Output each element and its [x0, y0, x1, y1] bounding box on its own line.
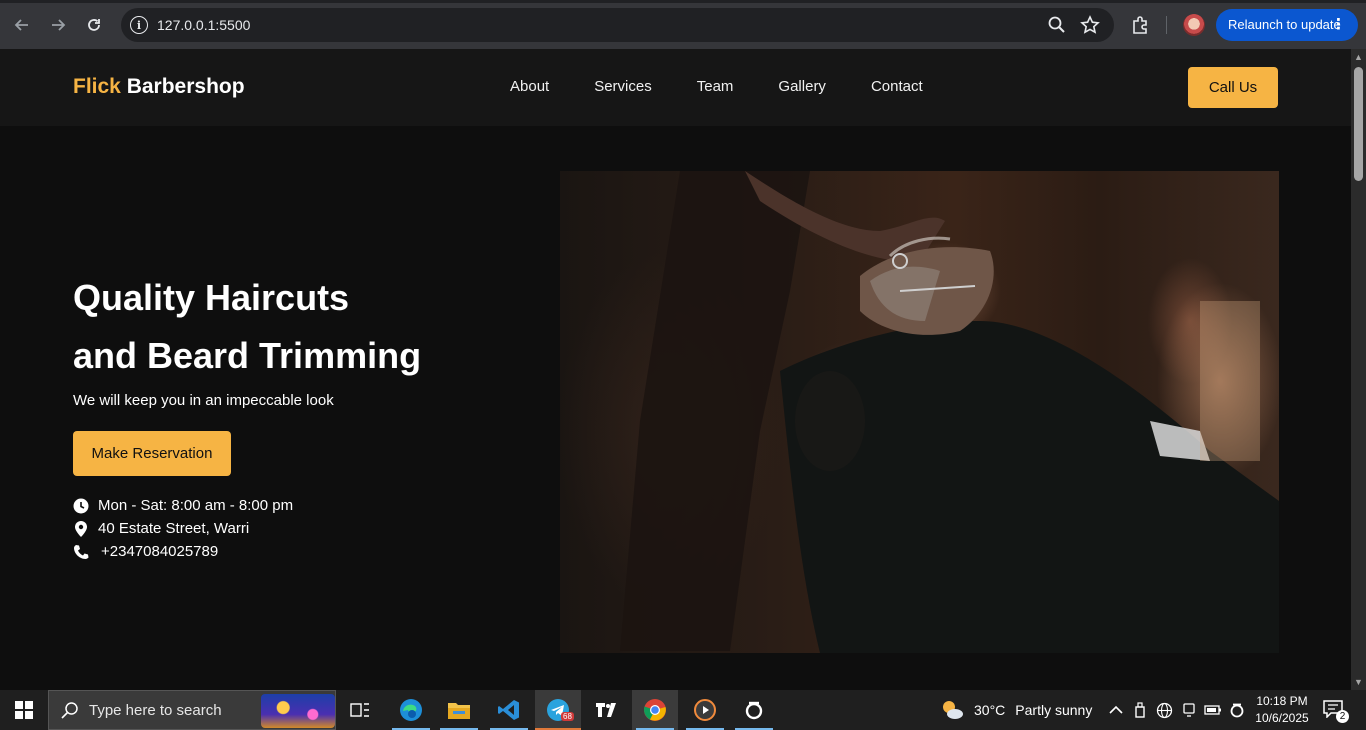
site-logo[interactable]: Flick Barbershop	[73, 75, 245, 99]
phone-row: +2347084025789	[73, 543, 218, 560]
hero-title-line-1: Quality Haircuts	[73, 277, 350, 318]
make-reservation-button[interactable]: Make Reservation	[73, 431, 231, 476]
arrow-right-icon	[52, 19, 66, 31]
scroll-up-icon[interactable]: ▲	[1354, 52, 1363, 62]
bookmark-star-icon[interactable]	[1080, 15, 1100, 35]
usb-device-icon[interactable]	[1134, 702, 1146, 718]
forward-button[interactable]	[45, 12, 71, 38]
vscode-icon	[498, 700, 519, 720]
start-button[interactable]	[0, 690, 48, 730]
phone-icon	[73, 544, 89, 560]
main-nav: About Services Team Gallery Contact	[510, 78, 968, 95]
address-bar[interactable]: i 127.0.0.1:5500	[121, 8, 1114, 42]
tradingview-app[interactable]	[584, 690, 630, 730]
nav-team[interactable]: Team	[697, 78, 734, 95]
clock-date: 10/6/2025	[1255, 711, 1309, 725]
reload-icon	[88, 19, 100, 31]
windows-taskbar: Type here to search 68 30°C Partly sunny	[0, 690, 1366, 730]
openai-app[interactable]	[731, 690, 777, 730]
hero-subtitle: We will keep you in an impeccable look	[73, 392, 334, 409]
address-row: 40 Estate Street, Warri	[73, 520, 249, 537]
edge-app[interactable]	[388, 690, 434, 730]
partly-sunny-icon	[943, 701, 963, 719]
nav-about[interactable]: About	[510, 78, 549, 95]
scrollbar-thumb[interactable]	[1354, 67, 1363, 181]
media-player-app[interactable]	[682, 690, 728, 730]
file-explorer-icon	[448, 703, 470, 719]
notification-center-button[interactable]: 2	[1323, 700, 1349, 723]
arrow-left-icon	[14, 19, 28, 31]
phone-text: +2347084025789	[101, 543, 219, 560]
battery-icon[interactable]	[1204, 704, 1222, 716]
windows-logo-icon	[15, 701, 33, 719]
relaunch-button[interactable]: Relaunch to update ⋮	[1216, 9, 1358, 41]
url-text[interactable]: 127.0.0.1:5500	[157, 17, 250, 33]
site-header: Flick Barbershop About Services Team Gal…	[0, 49, 1351, 126]
logo-accent: Flick	[73, 75, 121, 98]
menu-kebab-icon[interactable]: ⋮	[1331, 9, 1346, 41]
task-view-button[interactable]	[337, 690, 383, 730]
notification-count: 2	[1336, 710, 1349, 723]
nav-gallery[interactable]: Gallery	[778, 78, 826, 95]
search-icon	[61, 702, 78, 719]
clock-time: 10:18 PM	[1256, 694, 1308, 708]
task-view-icon	[350, 703, 369, 717]
weather-temperature: 30°C	[974, 702, 1006, 718]
network-globe-icon[interactable]	[1156, 702, 1173, 719]
chevron-up-icon[interactable]	[1109, 704, 1123, 716]
reload-button[interactable]	[81, 12, 107, 38]
openai-tray-icon[interactable]	[1229, 702, 1245, 718]
zoom-icon[interactable]	[1047, 15, 1067, 35]
nav-contact[interactable]: Contact	[871, 78, 923, 95]
hero-title-line-2: and Beard Trimming	[73, 335, 422, 376]
meet-now-icon[interactable]	[1182, 702, 1196, 718]
hours-row: Mon - Sat: 8:00 am - 8:00 pm	[73, 497, 293, 514]
system-clock[interactable]: 10:18 PM 10/6/2025	[1252, 693, 1312, 727]
chrome-icon	[644, 699, 666, 721]
weather-widget[interactable]: 30°C Partly sunny	[940, 690, 1092, 730]
taskbar-search[interactable]: Type here to search	[48, 690, 336, 730]
vscode-app[interactable]	[486, 690, 532, 730]
media-player-icon	[694, 699, 716, 721]
back-button[interactable]	[9, 12, 35, 38]
scroll-down-icon[interactable]: ▼	[1354, 677, 1363, 687]
browser-toolbar: i 127.0.0.1:5500 Relaunch to update ⋮	[0, 0, 1366, 49]
page-scrollbar[interactable]: ▲ ▼	[1351, 49, 1366, 690]
webpage: Flick Barbershop About Services Team Gal…	[0, 49, 1351, 690]
relaunch-label: Relaunch to update	[1228, 17, 1341, 32]
toolbar-divider	[1166, 16, 1167, 34]
clock-icon	[73, 498, 89, 514]
edge-icon	[400, 699, 422, 721]
file-explorer-app[interactable]	[436, 690, 482, 730]
barber-hero-image	[560, 171, 1279, 653]
call-us-button[interactable]: Call Us	[1188, 67, 1278, 108]
tab-strip	[0, 0, 1366, 3]
chrome-app[interactable]	[632, 690, 678, 730]
location-pin-icon	[73, 520, 89, 537]
weather-condition: Partly sunny	[1015, 702, 1093, 718]
hours-text: Mon - Sat: 8:00 am - 8:00 pm	[98, 497, 294, 514]
nav-services[interactable]: Services	[594, 78, 652, 95]
profile-avatar[interactable]	[1183, 14, 1205, 36]
telegram-app[interactable]: 68	[535, 690, 581, 730]
address-text: 40 Estate Street, Warri	[98, 520, 250, 537]
search-highlight-image[interactable]	[261, 694, 335, 728]
tradingview-icon	[596, 703, 616, 717]
logo-main: Barbershop	[120, 75, 245, 98]
openai-icon	[745, 701, 763, 720]
search-placeholder: Type here to search	[89, 702, 222, 719]
site-info-icon[interactable]: i	[130, 16, 148, 34]
extensions-icon[interactable]	[1130, 14, 1152, 36]
barber-photo-illustration	[620, 171, 1279, 653]
hero-title: Quality Haircuts and Beard Trimming	[73, 269, 421, 385]
telegram-badge: 68	[561, 712, 574, 721]
